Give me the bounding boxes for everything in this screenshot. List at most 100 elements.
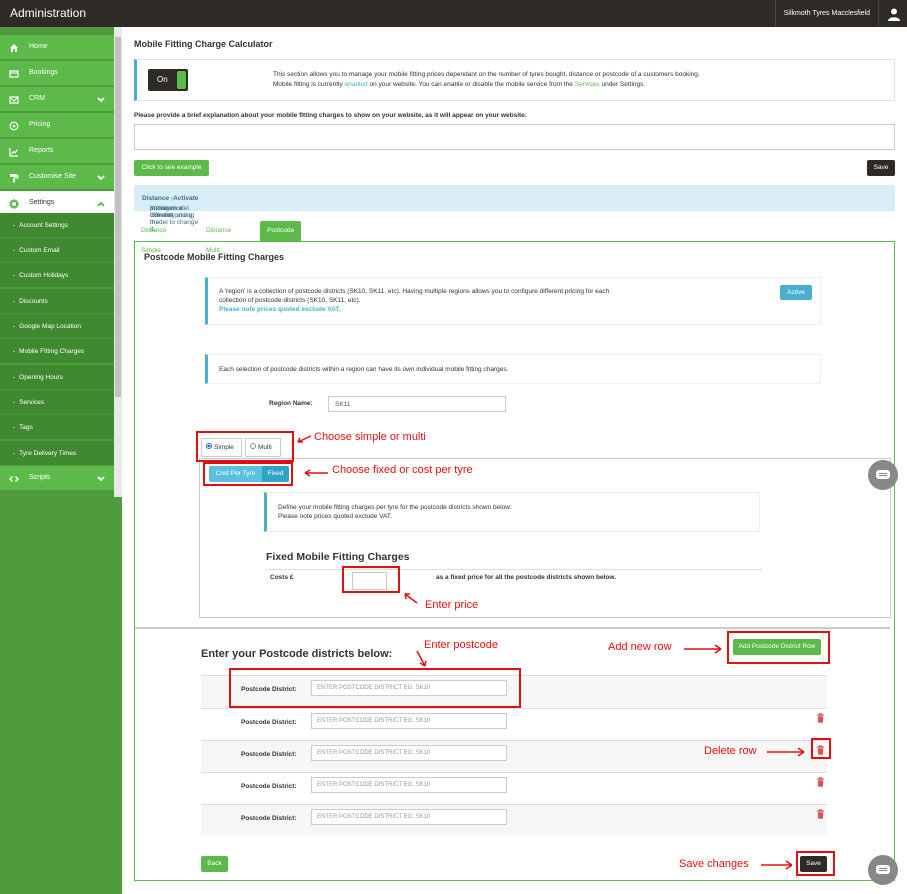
- postcode-label: Postcode District:: [241, 815, 297, 822]
- region-name-input[interactable]: SK11: [328, 396, 506, 412]
- sidebar-sub-label: Tags: [13, 424, 33, 431]
- paint-roller-icon: [10, 174, 19, 183]
- sidebar-item-label: CRM: [29, 95, 45, 102]
- sidebar-sub-account-settings[interactable]: Account Settings: [0, 213, 114, 238]
- divider: [266, 569, 762, 570]
- sidebar-sub-custom-holidays[interactable]: Custom Holidays: [0, 263, 114, 288]
- tab-distance-simple[interactable]: Distance Simple: [134, 221, 173, 254]
- notice-activate: Activate: [173, 195, 199, 202]
- toggle-label: On: [157, 75, 168, 84]
- mobile-fitting-toggle[interactable]: On: [148, 69, 188, 91]
- region-info-box: A 'region' is a collection of postcode d…: [205, 277, 821, 325]
- sidebar-sub-label: Opening Hours: [13, 374, 63, 381]
- chat-bubble-icon: [876, 865, 890, 874]
- define-line-1: Define your mobile fitting charges per t…: [278, 504, 512, 511]
- region-info-text: A 'region' is a collection of postcode d…: [219, 287, 649, 314]
- scrollbar-thumb[interactable]: [115, 37, 121, 397]
- postcode-row: Postcode District: ENTER POSTCODE DISTRI…: [201, 708, 827, 740]
- sidebar-sub-opening-hours[interactable]: Opening Hours: [0, 365, 114, 390]
- sidebar-item-customise-site[interactable]: Customise Site: [0, 165, 114, 190]
- postcode-input[interactable]: ENTER POSTCODE DISTRICT EG. SK10: [311, 713, 507, 729]
- home-icon: [10, 44, 18, 52]
- sidebar-item-crm[interactable]: CRM: [0, 87, 114, 112]
- trash-icon[interactable]: [816, 777, 825, 787]
- annotation-box-price: [342, 566, 400, 593]
- chat-widget-button[interactable]: [868, 855, 898, 885]
- sidebar-sub-label: Google Map Location: [13, 323, 81, 330]
- fixed-price-description: as a fixed price for all the postcode di…: [436, 574, 616, 581]
- chat-widget-button[interactable]: [868, 460, 898, 490]
- sidebar-sub-discounts[interactable]: Discounts: [0, 289, 114, 314]
- sidebar-item-scripts[interactable]: Scripts: [0, 466, 114, 491]
- sidebar-scrollbar[interactable]: [114, 27, 122, 497]
- postcode-label: Postcode District:: [241, 751, 297, 758]
- postcode-row: Postcode District: ENTER POSTCODE DISTRI…: [201, 804, 827, 836]
- sidebar-sub-services[interactable]: Services: [0, 390, 114, 415]
- chat-bubble-icon: [876, 470, 890, 479]
- sidebar-sub-custom-email[interactable]: Custom Email: [0, 238, 114, 263]
- pricing-model-notice: You are currently using the Distance - p…: [134, 185, 895, 233]
- costs-label: Costs £: [270, 574, 294, 581]
- annotation-save-changes: Save changes: [679, 858, 749, 870]
- trash-icon[interactable]: [816, 713, 825, 723]
- tab-distance-multi[interactable]: Distance Multi: [199, 221, 238, 254]
- annotation-arrow: [404, 593, 418, 604]
- code-icon: [9, 476, 19, 482]
- panel-title: Postcode Mobile Fitting Charges: [144, 252, 285, 262]
- annotation-box-fixed-cost: [203, 462, 293, 486]
- postcode-input[interactable]: ENTER POSTCODE DISTRICT EG. SK10: [311, 777, 507, 793]
- active-badge[interactable]: Active: [780, 285, 812, 300]
- sidebar-sub-mobile-fitting-charges[interactable]: Mobile Fitting Charges: [0, 339, 114, 364]
- sidebar-item-bookings[interactable]: Bookings: [0, 61, 114, 86]
- sidebar-sub-tyre-delivery-times[interactable]: Tyre Delivery Times: [0, 441, 114, 466]
- annotation-box-delete: [811, 738, 831, 759]
- app-title: Administration: [10, 6, 87, 20]
- sidebar: Home Bookings CRM Pricing Reports Custom…: [0, 27, 122, 894]
- postcode-input[interactable]: ENTER POSTCODE DISTRICT EG. SK10: [311, 745, 507, 761]
- postcode-input[interactable]: ENTER POSTCODE DISTRICT EG. SK10: [311, 809, 507, 825]
- sidebar-item-label: Bookings: [29, 69, 58, 76]
- sidebar-sub-label: Custom Email: [13, 247, 59, 254]
- define-text: Define your mobile fitting charges per t…: [278, 503, 512, 521]
- see-example-button[interactable]: Click to see example: [134, 160, 209, 176]
- pricing-icon: [9, 121, 19, 131]
- annotation-box-add-row: [727, 631, 830, 664]
- sidebar-item-label: Scripts: [29, 474, 51, 481]
- annotation-add-new-row: Add new row: [608, 641, 672, 653]
- user-icon[interactable]: [887, 7, 901, 21]
- postcode-panel: Postcode Mobile Fitting Charges A 'regio…: [134, 241, 895, 881]
- annotation-box-postcode: [229, 668, 521, 708]
- info-text-part: Mobile fitting is currently: [273, 81, 345, 88]
- info-text-part: under Settings.: [599, 81, 646, 88]
- chevron-up-icon: [97, 201, 105, 207]
- region-selection-text: Each selection of postcode districts wit…: [219, 366, 509, 373]
- region-name-label: Region Name:: [269, 400, 313, 407]
- sidebar-item-label: Home: [29, 43, 48, 50]
- annotation-arrow: [416, 650, 427, 667]
- user-name[interactable]: Silkmoth Tyres Macclesfield: [774, 0, 879, 27]
- annotation-simple-multi: Choose simple or multi: [314, 431, 426, 443]
- sidebar-sub-label: Tyre Delivery Times: [13, 450, 76, 457]
- trash-icon[interactable]: [816, 809, 825, 819]
- enabled-link[interactable]: enabled: [345, 81, 368, 88]
- sidebar-item-label: Settings: [29, 199, 55, 206]
- annotation-box-simple-multi: [196, 431, 294, 462]
- region-selection-info: Each selection of postcode districts wit…: [205, 354, 821, 384]
- sidebar-item-home[interactable]: Home: [0, 35, 114, 60]
- save-explanation-button[interactable]: Save: [867, 160, 895, 176]
- explanation-textarea[interactable]: [134, 124, 895, 150]
- sidebar-sub-tags[interactable]: Tags: [0, 415, 114, 440]
- annotation-enter-price: Enter price: [425, 599, 479, 611]
- back-button[interactable]: Back: [201, 856, 228, 872]
- tab-postcode[interactable]: Postcode: [260, 221, 302, 241]
- sidebar-sub-google-map-location[interactable]: Google Map Location: [0, 314, 114, 339]
- sidebar-item-pricing[interactable]: Pricing: [0, 113, 114, 138]
- annotation-arrow: [767, 747, 805, 757]
- notice-text: You are currently using the Distance - p…: [142, 195, 199, 233]
- info-box: On This section allows you to manage you…: [134, 59, 895, 101]
- annotation-arrow: [297, 435, 312, 443]
- sidebar-sub-label: Services: [13, 399, 44, 406]
- services-link[interactable]: Services: [575, 81, 600, 88]
- sidebar-item-reports[interactable]: Reports: [0, 139, 114, 164]
- annotation-fixed-cost: Choose fixed or cost per tyre: [332, 464, 473, 476]
